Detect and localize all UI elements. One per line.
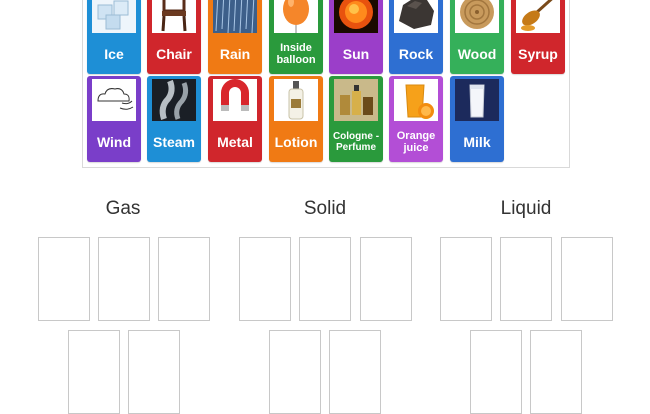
tile-milk[interactable]: Milk [450,76,504,162]
tile-label: Chair [156,46,192,62]
tile-cologne-perfume[interactable]: Cologne - Perfume [329,76,383,162]
balloon-icon [274,0,318,33]
sun-icon [334,0,378,33]
drop-slot-gas[interactable] [68,330,120,414]
drop-slot-liquid[interactable] [440,237,492,321]
magnet-icon [213,79,257,121]
tile-palette: Ice Chair Rain Inside balloon Sun Rock W… [82,0,570,168]
rock-icon [394,0,438,33]
orange-juice-icon [394,79,438,121]
tile-label: Metal [217,134,253,150]
drop-slot-solid[interactable] [329,330,381,414]
drop-slot-liquid[interactable] [500,237,552,321]
tile-rock[interactable]: Rock [389,0,443,74]
tile-label: Wind [96,134,132,150]
group-title-solid: Solid [303,198,347,219]
perfume-icon [334,79,378,121]
tile-ice[interactable]: Ice [87,0,141,74]
tile-label: Milk [463,134,491,150]
wood-log-icon [455,0,499,33]
tile-label: Ice [104,46,124,62]
tile-label: Sun [342,46,370,62]
drop-slot-solid[interactable] [299,237,351,321]
rain-icon [213,0,257,33]
drop-slot-solid[interactable] [360,237,412,321]
tile-label: Syrup [518,46,558,62]
tile-label: Steam [152,134,196,150]
drop-slot-solid[interactable] [239,237,291,321]
milk-glass-icon [455,79,499,121]
tile-label: Inside balloon [276,42,316,66]
tile-steam[interactable]: Steam [147,76,201,162]
tile-wood[interactable]: Wood [450,0,504,74]
group-title-liquid: Liquid [500,198,552,219]
ice-cubes-icon [92,0,136,33]
tile-orange-juice[interactable]: Orange juice [389,76,443,162]
group-title-gas: Gas [105,198,141,219]
tile-syrup[interactable]: Syrup [511,0,565,74]
drop-slot-gas[interactable] [38,237,90,321]
chair-icon [152,0,196,33]
tile-label: Rain [219,46,251,62]
tile-rain[interactable]: Rain [208,0,262,74]
steam-icon [152,79,196,121]
drop-slot-liquid[interactable] [470,330,522,414]
wind-cloud-icon [92,79,136,121]
tile-wind[interactable]: Wind [87,76,141,162]
tile-label: Lotion [274,134,318,150]
lotion-bottle-icon [274,79,318,121]
drop-slot-gas[interactable] [128,330,180,414]
drop-slot-liquid[interactable] [530,330,582,414]
tile-label: Wood [457,46,497,62]
drop-slot-gas[interactable] [158,237,210,321]
tile-label: Cologne - Perfume [332,131,380,153]
tile-inside-balloon[interactable]: Inside balloon [269,0,323,74]
tile-label: Rock [398,46,434,62]
syrup-spoon-icon [516,0,560,33]
tile-metal[interactable]: Metal [208,76,262,162]
tile-label: Orange juice [396,130,436,154]
drop-slot-gas[interactable] [98,237,150,321]
tile-lotion[interactable]: Lotion [269,76,323,162]
tile-sun[interactable]: Sun [329,0,383,74]
drop-slot-liquid[interactable] [561,237,613,321]
tile-chair[interactable]: Chair [147,0,201,74]
drop-slot-solid[interactable] [269,330,321,414]
